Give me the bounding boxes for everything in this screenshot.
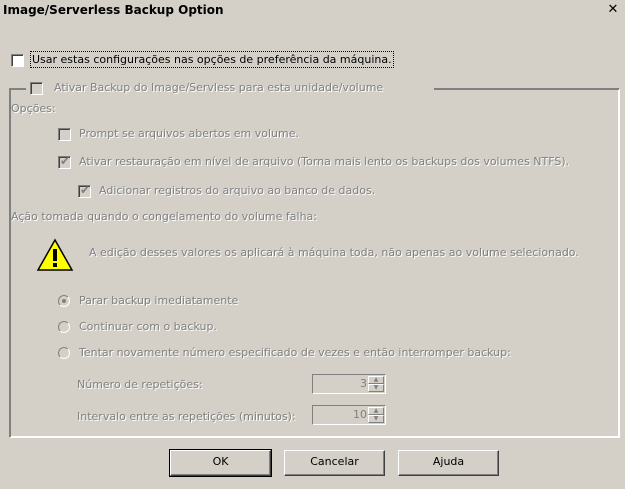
enable-backup-label: Ativar Backup do Image/Servless para est… <box>54 81 384 94</box>
enable-backup-checkbox[interactable] <box>30 82 43 95</box>
file-level-restore-checkbox[interactable]: ✔ <box>58 154 71 169</box>
prompt-open-files-checkbox[interactable] <box>58 128 71 141</box>
warning-triangle-icon <box>36 238 74 271</box>
ok-button[interactable]: OK <box>169 449 272 477</box>
retries-spinbox[interactable]: 3 ▲ ▼ <box>312 374 386 394</box>
freeze-fail-label: Ação tomada quando o congelamento do vol… <box>11 210 318 223</box>
prompt-open-files-label: Prompt se arquivos abertos em volume. <box>79 127 300 140</box>
continue-radio[interactable] <box>58 321 70 333</box>
stop-now-radio[interactable] <box>58 295 70 307</box>
checkmark-icon: ✔ <box>60 154 71 168</box>
title-bar: Image/Serverless Backup Option ✕ <box>0 0 625 22</box>
spin-up-icon[interactable]: ▲ <box>368 376 384 384</box>
continue-label: Continuar com o backup. <box>79 320 217 333</box>
help-button[interactable]: Ajuda <box>398 450 499 476</box>
use-machine-prefs-checkbox[interactable] <box>11 54 24 67</box>
window-title: Image/Serverless Backup Option <box>3 3 224 17</box>
interval-value: 10 <box>353 408 367 421</box>
options-section-label: Opções: <box>11 102 56 115</box>
use-machine-prefs-label: Usar estas configurações nas opções de p… <box>30 51 394 68</box>
cancel-button[interactable]: Cancelar <box>284 450 385 476</box>
spin-down-icon[interactable]: ▼ <box>368 384 384 392</box>
retry-radio[interactable] <box>58 347 70 359</box>
spin-up-icon[interactable]: ▲ <box>368 407 384 415</box>
close-icon[interactable]: ✕ <box>605 2 621 18</box>
add-file-records-checkbox[interactable]: ✔ <box>78 183 91 198</box>
checkmark-icon: ✔ <box>80 183 91 197</box>
stop-now-label: Parar backup imediatamente <box>79 294 239 307</box>
interval-label: Intervalo entre as repetições (minutos): <box>77 410 296 423</box>
spin-down-icon[interactable]: ▼ <box>368 415 384 423</box>
interval-spinbox[interactable]: 10 ▲ ▼ <box>312 405 386 425</box>
retry-label: Tentar novamente número especificado de … <box>79 346 511 359</box>
retries-value: 3 <box>360 377 367 390</box>
warning-text: A edição desses valores os aplicará à má… <box>89 246 579 259</box>
file-level-restore-label: Ativar restauração em nível de arquivo (… <box>79 155 570 168</box>
retries-label: Número de repetições: <box>77 378 203 391</box>
add-file-records-label: Adicionar registros do arquivo ao banco … <box>99 184 376 197</box>
